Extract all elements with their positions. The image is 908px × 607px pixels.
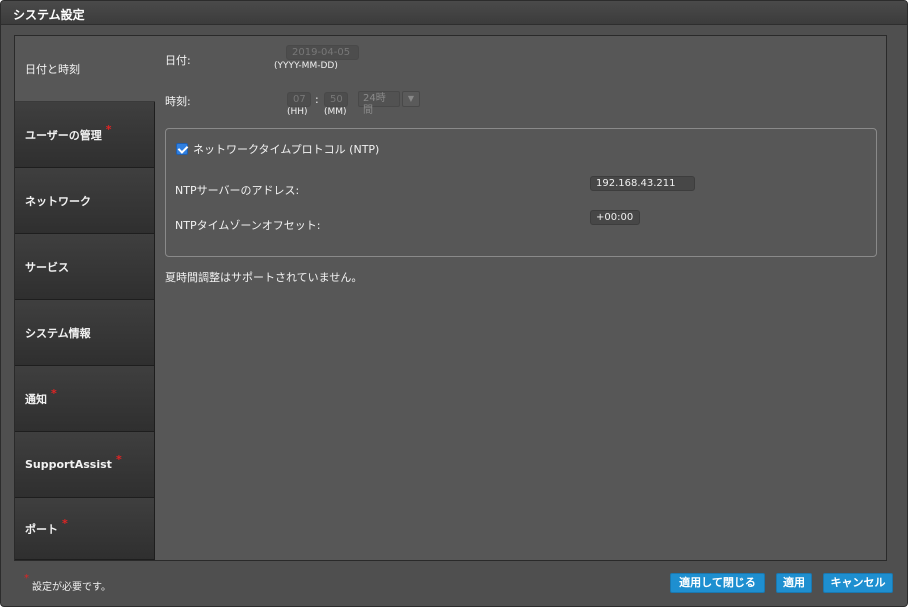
sidebar-item-services[interactable]: サービス xyxy=(15,234,155,300)
sidebar-item-notifications[interactable]: 通知 * xyxy=(15,366,155,432)
hour-hint: (HH) xyxy=(287,107,308,117)
sidebar-item-label: 通知 xyxy=(25,392,47,406)
sidebar-item-supportassist[interactable]: SupportAssist * xyxy=(15,432,155,498)
sidebar-item-label: ネットワーク xyxy=(25,194,91,208)
sidebar-item-ports[interactable]: ポート * xyxy=(15,498,155,560)
minute-hint: (MM) xyxy=(324,107,347,117)
settings-panel: 日付と時刻 ユーザーの管理 * ネットワーク サービス システム情報 通知 * … xyxy=(14,35,887,561)
cancel-button[interactable]: キャンセル xyxy=(823,573,893,593)
sidebar-item-user-management[interactable]: ユーザーの管理 * xyxy=(15,102,155,168)
system-settings-dialog: システム設定 日付と時刻 ユーザーの管理 * ネットワーク サービス システム情… xyxy=(0,0,908,607)
chevron-down-icon[interactable]: ▼ xyxy=(402,91,420,107)
dialog-title: システム設定 xyxy=(13,8,85,22)
date-input[interactable]: 2019-04-05 xyxy=(286,45,359,60)
required-marker: * xyxy=(115,453,122,466)
hour-input[interactable]: 07 xyxy=(287,92,311,107)
required-marker: * xyxy=(105,123,112,136)
date-format-hint: (YYYY-MM-DD) xyxy=(274,61,338,71)
checkbox-checked-icon[interactable] xyxy=(176,143,188,155)
ntp-server-label: NTPサーバーのアドレス: xyxy=(175,184,300,197)
dst-note: 夏時間調整はサポートされていません。 xyxy=(165,271,363,284)
settings-sidebar: 日付と時刻 ユーザーの管理 * ネットワーク サービス システム情報 通知 * … xyxy=(15,36,155,560)
apply-and-close-button[interactable]: 適用して閉じる xyxy=(670,573,765,593)
apply-button[interactable]: 適用 xyxy=(776,573,812,593)
ntp-settings-group: ネットワークタイムプロトコル (NTP) NTPサーバーのアドレス: 192.1… xyxy=(165,128,877,257)
minute-input[interactable]: 50 xyxy=(324,92,348,107)
time-label: 時刻: xyxy=(165,95,191,108)
sidebar-item-date-time[interactable]: 日付と時刻 xyxy=(15,36,155,102)
sidebar-item-label: ユーザーの管理 xyxy=(25,128,102,142)
required-note: 設定が必要です。 xyxy=(32,582,111,593)
required-marker: * xyxy=(24,573,29,584)
ntp-server-input[interactable]: 192.168.43.211 xyxy=(590,176,695,191)
sidebar-item-label: ポート xyxy=(25,522,58,536)
date-label: 日付: xyxy=(165,54,191,67)
ntp-offset-label: NTPタイムゾーンオフセット: xyxy=(175,219,321,232)
sidebar-item-label: システム情報 xyxy=(25,326,91,340)
sidebar-item-label: SupportAssist xyxy=(25,458,112,471)
ntp-checkbox-label[interactable]: ネットワークタイムプロトコル (NTP) xyxy=(193,141,379,157)
sidebar-item-label: 日付と時刻 xyxy=(25,62,80,76)
title-bar: システム設定 xyxy=(1,1,907,25)
time-separator: : xyxy=(315,93,319,106)
sidebar-item-network[interactable]: ネットワーク xyxy=(15,168,155,234)
sidebar-item-label: サービス xyxy=(25,260,69,274)
clock-format-select[interactable]: 24時間 xyxy=(358,91,400,116)
sidebar-item-system-info[interactable]: システム情報 xyxy=(15,300,155,366)
required-marker: * xyxy=(62,517,68,530)
required-marker: * xyxy=(51,387,57,400)
ntp-offset-input[interactable]: +00:00 xyxy=(590,210,640,225)
